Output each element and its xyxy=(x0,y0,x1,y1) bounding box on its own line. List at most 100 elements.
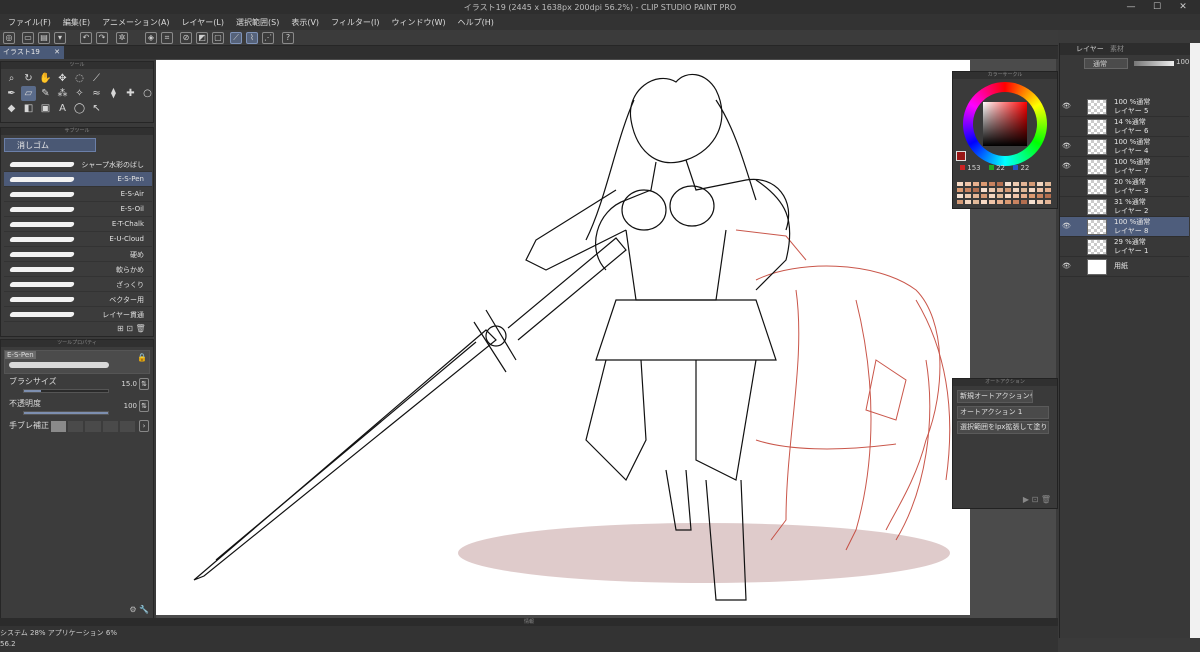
auto-action-item-1[interactable]: オートアクション 1 xyxy=(957,406,1049,419)
subtool-footer-icons[interactable]: ⊞ ⊡ 🗑 xyxy=(117,324,146,333)
color-wheel[interactable] xyxy=(963,82,1047,166)
stabilization-steps[interactable] xyxy=(51,421,136,432)
invert-selection-icon[interactable]: ◩ xyxy=(196,32,208,44)
fill-selection-icon[interactable]: ◈ xyxy=(145,32,157,44)
ruler-icon[interactable]: ○ xyxy=(140,86,155,101)
canvas[interactable] xyxy=(156,60,970,615)
blend-icon[interactable]: ≈ xyxy=(89,86,104,101)
pen-icon[interactable]: ✒ xyxy=(4,86,19,101)
menu-edit[interactable]: 編集(E) xyxy=(63,17,90,28)
redo-icon[interactable]: ↷ xyxy=(96,32,108,44)
color-set-swatches[interactable] xyxy=(956,181,1052,207)
eye-icon[interactable] xyxy=(1062,203,1070,209)
canvas-area[interactable] xyxy=(156,59,1056,618)
menu-view[interactable]: 表示(V) xyxy=(291,17,319,28)
lasso-icon[interactable]: ◌ xyxy=(72,71,87,86)
move-icon[interactable]: ✥ xyxy=(55,71,70,86)
brush-item[interactable]: 軟らかめ xyxy=(4,262,152,277)
brush-icon[interactable]: ✎ xyxy=(38,86,53,101)
close-window-button[interactable]: ✕ xyxy=(1170,0,1196,14)
saturation-brightness-square[interactable] xyxy=(983,102,1027,146)
zoom-value[interactable]: 56.2 xyxy=(0,640,16,648)
clear-icon[interactable]: ✲ xyxy=(116,32,128,44)
auto-action-controls[interactable]: ▶ ⊡ 🗑 xyxy=(1023,495,1051,504)
minimize-button[interactable]: — xyxy=(1118,0,1144,14)
figure-icon[interactable]: ✚ xyxy=(123,86,138,101)
open-file-icon[interactable]: ▤ xyxy=(38,32,50,44)
auto-action-item-2[interactable]: 選択範囲をlpx拡張して塗りつぶす(の xyxy=(957,421,1049,434)
transform-icon[interactable]: ⌗ xyxy=(161,32,173,44)
zoom-icon[interactable]: ⌕ xyxy=(4,71,19,86)
color-swatch[interactable] xyxy=(996,199,1004,205)
brush-item[interactable]: E-U-Cloud xyxy=(4,232,152,247)
brush-item[interactable]: E-S-Air xyxy=(4,187,152,202)
fill-bucket-icon[interactable]: ◆ xyxy=(4,101,19,116)
text-icon[interactable]: A xyxy=(55,101,70,116)
green-value[interactable]: 22 xyxy=(996,164,1005,172)
correct-line-icon[interactable]: ↖ xyxy=(89,101,104,116)
menu-animation[interactable]: アニメーション(A) xyxy=(102,17,169,28)
subtool-group-button[interactable]: 消しゴム xyxy=(4,138,96,152)
color-swatch[interactable] xyxy=(1044,199,1052,205)
tab-layer[interactable]: レイヤー xyxy=(1076,44,1104,54)
brush-item[interactable]: シャープ水彩のばし xyxy=(4,157,152,172)
menu-file[interactable]: ファイル(F) xyxy=(8,17,51,28)
eye-icon[interactable] xyxy=(1062,243,1070,249)
color-swatch[interactable] xyxy=(988,199,996,205)
layer-row[interactable]: 👁 100 %通常 レイヤー 5 xyxy=(1060,97,1189,117)
rotate-icon[interactable]: ↻ xyxy=(21,71,36,86)
layer-row[interactable]: 👁 用紙 xyxy=(1060,257,1189,277)
auto-action-set-select[interactable]: 新規オートアクションセット 1 xyxy=(957,390,1033,403)
layer-row[interactable]: 29 %通常 レイヤー 1 xyxy=(1060,237,1189,257)
eye-icon[interactable] xyxy=(1062,123,1070,129)
snap-ruler-icon[interactable]: ⟋ xyxy=(230,32,242,44)
eye-icon[interactable] xyxy=(1062,183,1070,189)
layer-row[interactable]: 👁 100 %通常 レイヤー 8 xyxy=(1060,217,1189,237)
lock-icon[interactable]: 🔒 xyxy=(137,353,147,362)
main-color-swatch[interactable] xyxy=(956,151,966,161)
opacity-value[interactable]: 100 xyxy=(124,402,137,410)
eye-icon[interactable]: 👁 xyxy=(1062,223,1071,230)
color-swatch[interactable] xyxy=(1028,199,1036,205)
tab-material[interactable]: 素材 xyxy=(1110,44,1124,54)
fill-icon[interactable]: ⧫ xyxy=(106,86,121,101)
snap-special-ruler-icon[interactable]: ⌇ xyxy=(246,32,258,44)
menu-layer[interactable]: レイヤー(L) xyxy=(182,17,224,28)
undo-icon[interactable]: ↶ xyxy=(80,32,92,44)
brush-item[interactable]: E-T-Chalk xyxy=(4,217,152,232)
new-file-icon[interactable]: ▭ xyxy=(22,32,34,44)
menu-help[interactable]: ヘルプ(H) xyxy=(458,17,494,28)
brush-item[interactable]: レイヤー貫通 xyxy=(4,307,152,322)
color-swatch[interactable] xyxy=(1036,199,1044,205)
eyedropper-icon[interactable]: ⟋ xyxy=(89,71,104,86)
opacity-slider[interactable] xyxy=(23,411,109,415)
snap-grid-icon[interactable]: ⋰ xyxy=(262,32,274,44)
color-swatch[interactable] xyxy=(956,199,964,205)
hand-icon[interactable]: ✋ xyxy=(38,71,53,86)
decoration-icon[interactable]: ✧ xyxy=(72,86,87,101)
layer-opacity-slider[interactable] xyxy=(1134,61,1174,66)
brush-size-pressure-icon[interactable]: ⇅ xyxy=(139,378,149,390)
menu-filter[interactable]: フィルター(I) xyxy=(331,17,379,28)
red-value[interactable]: 153 xyxy=(967,164,980,172)
gradient-icon[interactable]: ◧ xyxy=(21,101,36,116)
airbrush-icon[interactable]: ⁂ xyxy=(55,86,70,101)
layer-opacity-value[interactable]: 100 xyxy=(1176,58,1189,66)
help-icon[interactable]: ? xyxy=(282,32,294,44)
opacity-pressure-icon[interactable]: ⇅ xyxy=(139,400,149,412)
eraser-icon[interactable]: ▱ xyxy=(21,86,36,101)
eye-icon[interactable]: 👁 xyxy=(1062,263,1071,270)
layer-row[interactable]: 👁 100 %通常 レイヤー 4 xyxy=(1060,137,1189,157)
deselect-icon[interactable]: ⊘ xyxy=(180,32,192,44)
layer-row[interactable]: 👁 100 %通常 レイヤー 7 xyxy=(1060,157,1189,177)
balloon-icon[interactable]: ◯ xyxy=(72,101,87,116)
layer-row[interactable]: 31 %通常 レイヤー 2 xyxy=(1060,197,1189,217)
menu-selection[interactable]: 選択範囲(S) xyxy=(236,17,279,28)
selection-border-icon[interactable]: ▢ xyxy=(212,32,224,44)
brush-item[interactable]: ベクター用 xyxy=(4,292,152,307)
brush-size-slider[interactable] xyxy=(23,389,109,393)
color-swatch[interactable] xyxy=(1004,199,1012,205)
layer-row[interactable]: 20 %通常 レイヤー 3 xyxy=(1060,177,1189,197)
color-swatch[interactable] xyxy=(964,199,972,205)
clip-studio-icon[interactable]: ◎ xyxy=(3,32,15,44)
